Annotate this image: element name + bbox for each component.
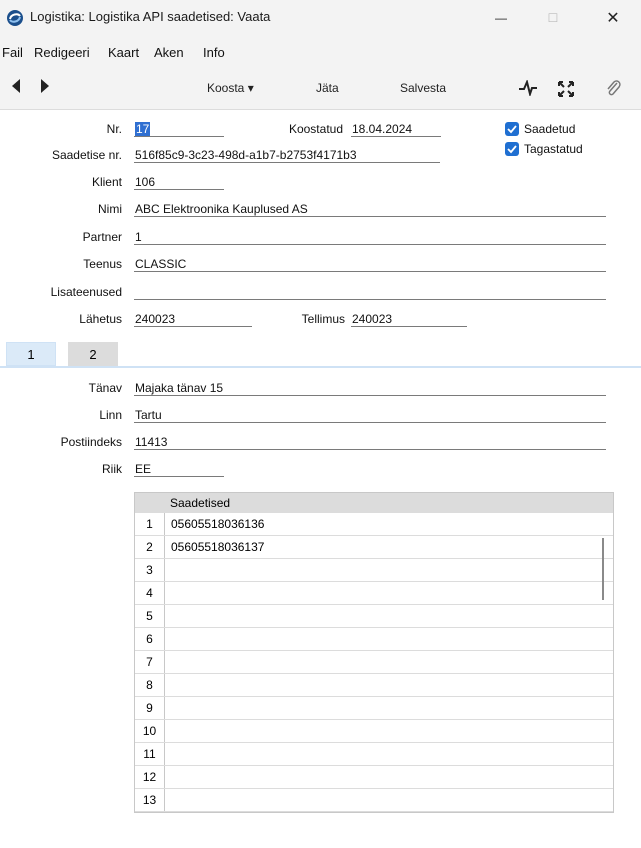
- tagastatud-label: Tagastatud: [524, 142, 583, 156]
- expand-icon[interactable]: [557, 80, 575, 98]
- saadetise-nr-field[interactable]: 516f85c9-3c23-498d-a1b7-b2753f4171b3: [134, 147, 440, 163]
- checkmark-icon: [507, 125, 517, 134]
- menu-bar: [0, 36, 641, 64]
- nimi-label: Nimi: [98, 202, 122, 216]
- grid-column-header: Saadetised: [170, 496, 231, 510]
- activity-icon[interactable]: [518, 78, 538, 98]
- teenus-label: Teenus: [83, 257, 122, 271]
- riik-field[interactable]: EE: [134, 461, 224, 477]
- partner-field[interactable]: 1: [134, 229, 606, 245]
- saadetise-nr-label: Saadetise nr.: [51, 148, 122, 162]
- tellimus-field[interactable]: 240023: [351, 311, 467, 327]
- row-number: 4: [146, 586, 153, 600]
- tellimus-label: Tellimus: [301, 312, 345, 326]
- maximize-button[interactable]: ☐: [530, 0, 576, 36]
- row-number: 5: [146, 609, 153, 623]
- row-number: 9: [146, 701, 153, 715]
- tanav-label: Tänav: [88, 381, 122, 395]
- nr-label: Nr.: [106, 122, 122, 136]
- riik-label: Riik: [102, 462, 122, 476]
- lisateenused-field[interactable]: [134, 284, 606, 300]
- saadetud-label: Saadetud: [524, 122, 576, 136]
- row-number: 2: [146, 540, 153, 554]
- tanav-field[interactable]: Majaka tänav 15: [134, 380, 606, 396]
- jata-button[interactable]: Jäta: [316, 81, 339, 95]
- row-number: 3: [146, 563, 153, 577]
- klient-label: Klient: [91, 175, 122, 189]
- teenus-field[interactable]: CLASSIC: [134, 256, 606, 272]
- tagastatud-checkbox[interactable]: [505, 142, 519, 156]
- row-number: 12: [142, 770, 157, 784]
- row-number: 10: [142, 724, 157, 738]
- row-separator: [135, 788, 613, 789]
- row-number: 7: [146, 655, 153, 669]
- saadetud-checkbox[interactable]: [505, 122, 519, 136]
- table-cell[interactable]: 05605518036136: [171, 513, 264, 535]
- window-title: Logistika: Logistika API saadetised: Vaa…: [30, 9, 271, 24]
- row-number: 6: [146, 632, 153, 646]
- minimize-button[interactable]: —: [478, 0, 524, 36]
- forward-arrow-icon[interactable]: [38, 78, 52, 94]
- row-separator: [135, 581, 613, 582]
- partner-label: Partner: [82, 230, 122, 244]
- scrollbar[interactable]: [602, 538, 604, 600]
- klient-field[interactable]: 106: [134, 174, 224, 190]
- row-separator: [135, 696, 613, 697]
- koostatud-field[interactable]: 18.04.2024: [351, 121, 441, 137]
- lahetus-label: Lähetus: [79, 312, 122, 326]
- row-separator: [135, 627, 613, 628]
- row-separator: [135, 650, 613, 651]
- koostatud-label: Koostatud: [288, 122, 343, 136]
- row-number: 8: [146, 678, 153, 692]
- row-separator: [135, 604, 613, 605]
- menu-info[interactable]: Info: [203, 45, 225, 60]
- row-separator: [135, 765, 613, 766]
- tab-underline: [0, 366, 641, 368]
- lisateenused-label: Lisateenused: [50, 285, 122, 299]
- koosta-button[interactable]: Koosta ▾: [207, 81, 254, 95]
- row-number: 13: [142, 793, 157, 807]
- checkmark-icon: [507, 145, 517, 154]
- linn-label: Linn: [99, 408, 122, 422]
- row-separator: [135, 673, 613, 674]
- row-separator: [135, 719, 613, 720]
- nimi-field[interactable]: ABC Elektroonika Kauplused AS: [134, 201, 606, 217]
- salvesta-button[interactable]: Salvesta: [400, 81, 446, 95]
- back-arrow-icon[interactable]: [9, 78, 23, 94]
- close-button[interactable]: ✕: [590, 0, 636, 36]
- menu-kaart[interactable]: Kaart: [108, 45, 139, 60]
- menu-redigeeri[interactable]: Redigeeri: [34, 45, 90, 60]
- row-separator: [135, 811, 613, 812]
- row-number: 1: [146, 517, 153, 531]
- app-logo-icon[interactable]: [6, 9, 24, 27]
- menu-aken[interactable]: Aken: [154, 45, 184, 60]
- tab-1[interactable]: 1: [6, 342, 56, 366]
- row-separator: [135, 742, 613, 743]
- tab-2[interactable]: 2: [68, 342, 118, 366]
- linn-field[interactable]: Tartu: [134, 407, 606, 423]
- paperclip-icon[interactable]: [604, 78, 622, 98]
- table-cell[interactable]: 05605518036137: [171, 536, 264, 558]
- nr-value: 17: [135, 122, 151, 136]
- menu-fail[interactable]: Fail: [2, 45, 23, 60]
- row-number: 11: [143, 747, 156, 761]
- postiindeks-field[interactable]: 11413: [134, 434, 606, 450]
- row-separator: [135, 558, 613, 559]
- postiindeks-label: Postiindeks: [60, 435, 122, 449]
